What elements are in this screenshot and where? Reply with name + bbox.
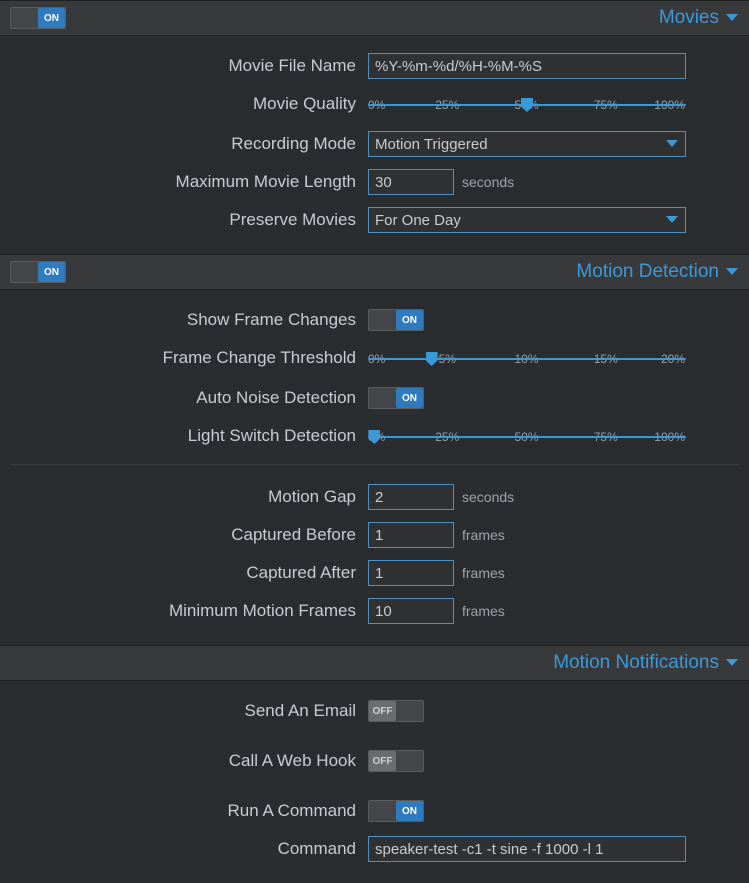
motion-section-header: ON Motion Detection: [0, 254, 749, 290]
recording-mode-label: Recording Mode: [10, 134, 368, 154]
toggle-handle: ON: [38, 8, 65, 28]
toggle-handle: ON: [38, 262, 65, 282]
movie-file-name-label: Movie File Name: [10, 56, 368, 76]
motion-enable-toggle[interactable]: ON: [10, 261, 66, 283]
captured-before-label: Captured Before: [10, 525, 368, 545]
frame-change-threshold-label: Frame Change Threshold: [10, 348, 368, 368]
toggle-handle: ON: [396, 388, 423, 408]
show-frame-changes-toggle[interactable]: ON: [368, 309, 424, 331]
preserve-movies-dropdown[interactable]: For One Day: [368, 207, 686, 233]
run-command-label: Run A Command: [10, 801, 368, 821]
movies-enable-toggle[interactable]: ON: [10, 7, 66, 29]
max-movie-length-label: Maximum Movie Length: [10, 172, 368, 192]
chevron-down-icon[interactable]: [725, 264, 739, 281]
motion-gap-unit: seconds: [462, 489, 514, 505]
min-motion-frames-input[interactable]: [368, 598, 454, 624]
web-hook-toggle[interactable]: OFF: [368, 750, 424, 772]
motion-gap-label: Motion Gap: [10, 487, 368, 507]
motion-section-body: Show Frame Changes ON Frame Change Thres…: [0, 290, 749, 645]
send-email-toggle[interactable]: OFF: [368, 700, 424, 722]
chevron-down-icon[interactable]: [725, 10, 739, 27]
captured-after-label: Captured After: [10, 563, 368, 583]
movie-quality-label: Movie Quality: [10, 94, 368, 114]
chevron-down-icon: [665, 212, 679, 229]
toggle-handle: ON: [396, 801, 423, 821]
captured-after-unit: frames: [462, 565, 505, 581]
auto-noise-toggle[interactable]: ON: [368, 387, 424, 409]
max-movie-length-input[interactable]: [368, 169, 454, 195]
slider-thumb[interactable]: [368, 430, 380, 444]
toggle-handle: OFF: [369, 701, 396, 721]
send-email-label: Send An Email: [10, 701, 368, 721]
chevron-down-icon: [665, 136, 679, 153]
command-input[interactable]: [368, 836, 686, 862]
preserve-movies-label: Preserve Movies: [10, 210, 368, 230]
movies-section-title[interactable]: Movies: [659, 7, 719, 29]
auto-noise-label: Auto Noise Detection: [10, 388, 368, 408]
toggle-handle: ON: [396, 310, 423, 330]
max-movie-length-unit: seconds: [462, 174, 514, 190]
light-switch-label: Light Switch Detection: [10, 426, 368, 446]
web-hook-label: Call A Web Hook: [10, 751, 368, 771]
divider: [10, 464, 739, 465]
slider-thumb[interactable]: [521, 98, 533, 112]
movies-section-header: ON Movies: [0, 0, 749, 36]
recording-mode-value: Motion Triggered: [375, 136, 488, 153]
notifications-section-body: Send An Email OFF Call A Web Hook OFF Ru…: [0, 681, 749, 883]
min-motion-frames-label: Minimum Motion Frames: [10, 601, 368, 621]
frame-change-threshold-slider[interactable]: 0% 5% 10% 15% 20%: [368, 352, 686, 364]
min-motion-frames-unit: frames: [462, 603, 505, 619]
motion-section-title[interactable]: Motion Detection: [576, 261, 719, 283]
preserve-movies-value: For One Day: [375, 212, 461, 229]
captured-after-input[interactable]: [368, 560, 454, 586]
captured-before-input[interactable]: [368, 522, 454, 548]
movie-file-name-input[interactable]: [368, 53, 686, 79]
notifications-section-title[interactable]: Motion Notifications: [553, 652, 719, 674]
recording-mode-dropdown[interactable]: Motion Triggered: [368, 131, 686, 157]
show-frame-changes-label: Show Frame Changes: [10, 310, 368, 330]
slider-thumb[interactable]: [426, 352, 438, 366]
chevron-down-icon[interactable]: [725, 655, 739, 672]
run-command-toggle[interactable]: ON: [368, 800, 424, 822]
motion-gap-input[interactable]: [368, 484, 454, 510]
captured-before-unit: frames: [462, 527, 505, 543]
movie-quality-slider[interactable]: 0% 25% 50% 75% 100%: [368, 98, 686, 110]
notifications-section-header: Motion Notifications: [0, 645, 749, 681]
toggle-handle: OFF: [369, 751, 396, 771]
light-switch-slider[interactable]: 0% 25% 50% 75% 100%: [368, 430, 686, 442]
command-label: Command: [10, 839, 368, 859]
movies-section-body: Movie File Name Movie Quality 0% 25% 50%…: [0, 36, 749, 254]
